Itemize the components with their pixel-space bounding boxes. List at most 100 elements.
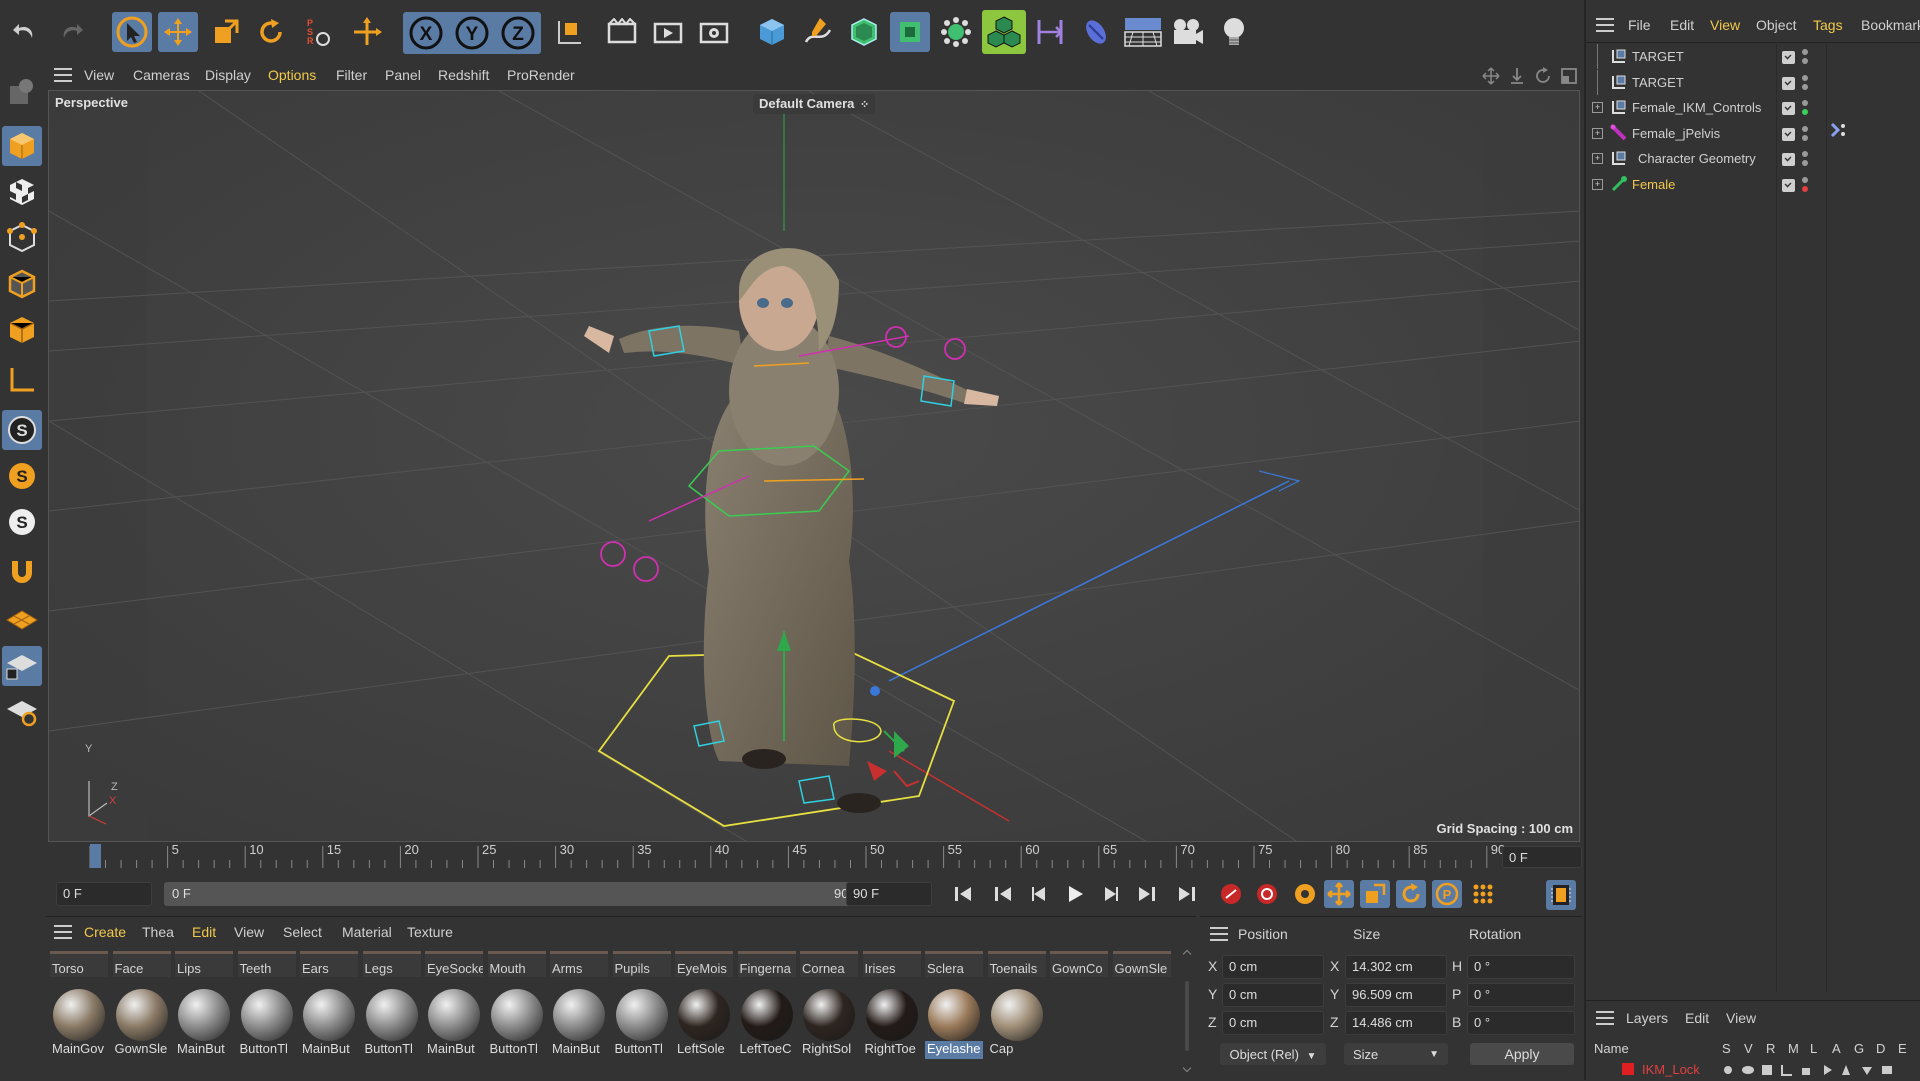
expand-toggle-icon[interactable]: + [1592, 178, 1603, 190]
make-editable-icon[interactable] [2, 72, 42, 112]
material-hamburger-icon[interactable] [54, 925, 72, 939]
object-name[interactable]: Female_jPelvis [1632, 121, 1720, 146]
material-swatch[interactable]: GownSle [113, 987, 171, 1059]
render-dot-icon[interactable] [1802, 83, 1808, 90]
record-point-level-icon[interactable] [1468, 880, 1498, 908]
material-tab[interactable]: Sclera [925, 951, 983, 977]
material-tab[interactable]: Pupils [612, 951, 671, 977]
editor-visibility-check-icon[interactable] [1782, 153, 1795, 166]
floor-environment-icon[interactable] [1122, 12, 1164, 52]
menu-tags[interactable]: Tags [1813, 12, 1843, 38]
menu-object[interactable]: Object [1756, 12, 1796, 38]
size-field[interactable]: 14.302 cm [1345, 955, 1447, 979]
layer-flag-header[interactable]: A [1832, 1041, 1841, 1056]
record-position-icon[interactable] [1324, 880, 1354, 908]
layer-row[interactable]: IKM_Lock [1586, 1059, 1920, 1081]
material-tab[interactable]: EyeSocke [425, 951, 483, 977]
viewport-menu-cameras[interactable]: Cameras [133, 62, 190, 88]
viewport-menu-view[interactable]: View [84, 62, 114, 88]
material-tab[interactable]: Lips [175, 951, 233, 977]
visibility-dot-icon[interactable] [1802, 176, 1808, 183]
edges-mode-icon[interactable] [2, 264, 42, 304]
menu-bookmarks[interactable]: Bookmark [1861, 12, 1920, 38]
render-settings-icon[interactable] [694, 12, 734, 52]
material-swatch[interactable]: MainBut [425, 987, 483, 1059]
object-name[interactable]: Character Geometry [1638, 146, 1756, 171]
layers-hamburger-icon[interactable] [1596, 1011, 1614, 1025]
editor-visibility-check-icon[interactable] [1782, 102, 1795, 115]
frame-range-slider[interactable]: 0 F 90 F [164, 882, 880, 906]
workplane-icon[interactable] [2, 600, 42, 640]
layers-menu-edit[interactable]: Edit [1685, 1005, 1709, 1031]
object-row[interactable]: TARGET [1586, 69, 1916, 95]
previous-frame-icon[interactable] [1024, 880, 1054, 908]
object-row[interactable]: + Female_jPelvis [1586, 121, 1916, 146]
layer-flag-header[interactable]: L [1810, 1041, 1817, 1056]
visibility-dot-icon[interactable] [1802, 49, 1808, 55]
material-menu-texture[interactable]: Texture [407, 919, 453, 945]
rotation-field[interactable]: 0 ° [1467, 955, 1575, 979]
move-tool-button[interactable] [158, 12, 198, 52]
subdivision-surface-icon[interactable] [844, 12, 884, 52]
object-row[interactable]: TARGET [1586, 44, 1916, 69]
visibility-dot-icon[interactable] [1802, 125, 1808, 132]
layers-menu-layers[interactable]: Layers [1626, 1005, 1668, 1031]
material-tab[interactable]: Irises [862, 951, 921, 977]
position-field[interactable]: 0 cm [1222, 1011, 1324, 1035]
material-menu-view[interactable]: View [234, 919, 264, 945]
timeline-window-icon[interactable] [1546, 880, 1576, 910]
start-frame-field[interactable]: 0 F [56, 882, 152, 906]
material-tab[interactable]: Toenails [987, 951, 1046, 977]
material-swatch[interactable]: ButtonTl [238, 987, 296, 1059]
object-name[interactable]: TARGET [1632, 70, 1684, 95]
material-menu-select[interactable]: Select [283, 919, 322, 945]
tweak-magnet-icon[interactable] [2, 552, 42, 592]
material-tab[interactable]: Face [112, 951, 171, 977]
layer-flag-header[interactable]: D [1876, 1041, 1885, 1056]
locked-workplane-icon[interactable] [2, 646, 42, 686]
render-dot-icon[interactable] [1802, 109, 1808, 115]
go-to-end-icon[interactable] [1172, 880, 1202, 908]
object-row[interactable]: + Female_IKM_Controls [1586, 95, 1916, 120]
render-to-picture-viewer-icon[interactable] [648, 12, 688, 52]
next-frame-icon[interactable] [1096, 880, 1126, 908]
material-swatch[interactable]: RightToe [863, 987, 921, 1059]
points-mode-icon[interactable] [2, 218, 42, 258]
editor-visibility-check-icon[interactable] [1782, 51, 1795, 64]
material-scrollbar[interactable] [1182, 949, 1192, 1075]
play-icon[interactable] [1060, 880, 1090, 908]
layers-menu-view[interactable]: View [1726, 1005, 1756, 1031]
scale-tool-icon[interactable] [206, 12, 246, 52]
light-icon[interactable] [1214, 12, 1254, 52]
snap-white-icon[interactable]: S [2, 502, 42, 542]
material-menu-material[interactable]: Material [342, 919, 392, 945]
editor-visibility-check-icon[interactable] [1782, 76, 1795, 90]
viewport-canvas[interactable]: Perspective Default Camera ⁘ Y Z X Grid … [48, 90, 1580, 842]
ik-tag-icon[interactable] [1829, 120, 1849, 140]
enable-axis-icon[interactable] [2, 360, 42, 400]
material-swatch[interactable]: Cap [988, 987, 1046, 1059]
rotate-tool-icon[interactable] [251, 12, 291, 52]
size-mode-select[interactable]: Size ▼ [1344, 1043, 1448, 1065]
material-tab[interactable]: Mouth [487, 951, 546, 977]
model-mode-icon[interactable] [2, 126, 42, 166]
material-tab[interactable]: Cornea [800, 951, 858, 977]
material-swatch[interactable]: RightSol [800, 987, 858, 1059]
material-swatch[interactable]: ButtonTl [363, 987, 421, 1059]
texture-mode-icon[interactable] [2, 172, 42, 212]
visibility-dot-icon[interactable] [1802, 74, 1808, 81]
position-field[interactable]: 0 cm [1222, 955, 1324, 979]
layer-toggle-icons[interactable] [1722, 1063, 1920, 1077]
material-tab[interactable]: Torso [50, 951, 108, 977]
size-field[interactable]: 14.486 cm [1345, 1011, 1447, 1035]
timeline-current-frame-field[interactable]: 0 F [1502, 846, 1582, 868]
material-swatch[interactable]: MainBut [550, 987, 608, 1059]
render-dot-icon[interactable] [1802, 58, 1808, 64]
size-field[interactable]: 96.509 cm [1345, 983, 1447, 1007]
record-scale-icon[interactable] [1360, 880, 1390, 908]
field-icon[interactable] [1076, 12, 1116, 52]
viewport-menu-panel[interactable]: Panel [385, 62, 421, 88]
extrude-generator-icon[interactable] [890, 12, 930, 52]
material-tab[interactable]: EyeMois [675, 951, 733, 977]
expand-toggle-icon[interactable]: + [1592, 102, 1603, 113]
